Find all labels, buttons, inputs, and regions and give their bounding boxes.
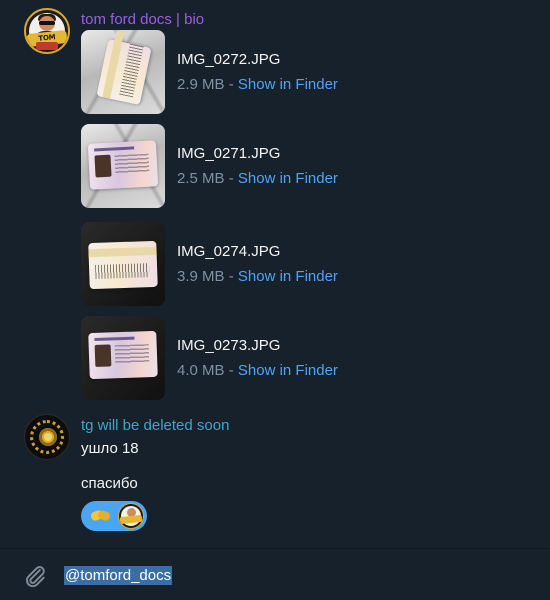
meta-separator: - xyxy=(224,170,238,187)
message-input[interactable]: @tomford_docs xyxy=(64,565,524,587)
file-thumbnail[interactable] xyxy=(81,316,165,400)
file-name: IMG_0273.JPG xyxy=(177,337,281,354)
chat-history: TOM FORD DOCS tom ford docs | bio IMG_02… xyxy=(0,0,550,548)
file-attachment[interactable]: IMG_0271.JPG 2.5 MB - Show in Finder xyxy=(81,124,501,210)
file-meta: 4.0 MB - Show in Finder xyxy=(177,362,338,379)
sender-avatar-tom-ford-docs[interactable]: TOM FORD DOCS xyxy=(24,8,70,54)
file-meta: 2.9 MB - Show in Finder xyxy=(177,76,338,93)
file-thumbnail[interactable] xyxy=(81,124,165,208)
file-name: IMG_0272.JPG xyxy=(177,51,281,68)
file-meta: 2.5 MB - Show in Finder xyxy=(177,170,338,187)
file-attachment[interactable]: IMG_0274.JPG 3.9 MB - Show in Finder xyxy=(81,222,501,308)
reaction-chip[interactable] xyxy=(81,501,147,531)
file-size: 2.9 MB xyxy=(177,76,225,93)
file-name: IMG_0271.JPG xyxy=(177,145,281,162)
sender-name[interactable]: tg will be deleted soon xyxy=(81,417,229,435)
file-name: IMG_0274.JPG xyxy=(177,243,281,260)
paperclip-icon[interactable] xyxy=(22,563,48,589)
selected-input-text[interactable]: @tomford_docs xyxy=(64,566,173,585)
meta-separator: - xyxy=(224,362,238,379)
show-in-finder-link[interactable]: Show in Finder xyxy=(238,268,338,285)
file-size: 3.9 MB xyxy=(177,268,225,285)
reactor-avatar xyxy=(118,503,144,529)
file-thumbnail[interactable] xyxy=(81,222,165,306)
file-size: 4.0 MB xyxy=(177,362,225,379)
file-meta: 3.9 MB - Show in Finder xyxy=(177,268,338,285)
show-in-finder-link[interactable]: Show in Finder xyxy=(238,76,338,93)
file-size: 2.5 MB xyxy=(177,170,225,187)
file-attachment[interactable]: IMG_0273.JPG 4.0 MB - Show in Finder xyxy=(81,316,501,402)
message-text: ушло 18 xyxy=(81,440,139,457)
meta-separator: - xyxy=(224,76,238,93)
message-text: спасибо xyxy=(81,475,138,492)
file-thumbnail[interactable] xyxy=(81,30,165,114)
sender-name[interactable]: tom ford docs | bio xyxy=(81,11,204,29)
show-in-finder-link[interactable]: Show in Finder xyxy=(238,170,338,187)
message-composer: @tomford_docs xyxy=(0,548,550,600)
file-attachment[interactable]: IMG_0272.JPG 2.9 MB - Show in Finder xyxy=(81,30,501,116)
show-in-finder-link[interactable]: Show in Finder xyxy=(238,362,338,379)
sender-avatar-medusa[interactable] xyxy=(24,414,70,460)
meta-separator: - xyxy=(224,268,238,285)
